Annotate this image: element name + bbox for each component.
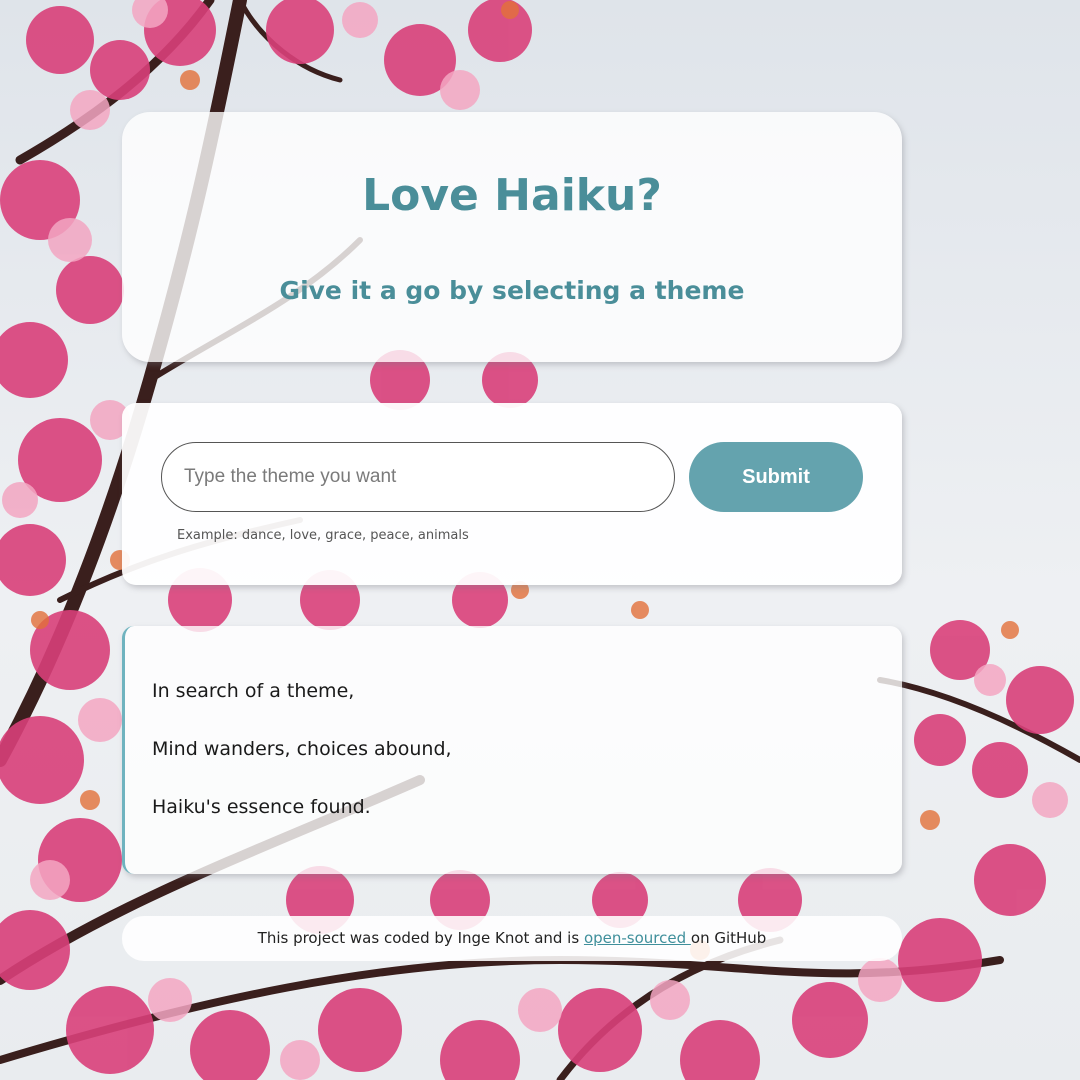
haiku-line: Mind wanders, choices abound, [152, 738, 452, 760]
footer: This project was coded by Inge Knot and … [122, 916, 902, 961]
haiku-line: In search of a theme, [152, 680, 355, 702]
haiku-line: Haiku's essence found. [152, 796, 371, 818]
page-subtitle: Give it a go by selecting a theme [279, 276, 745, 305]
theme-form: Submit Example: dance, love, grace, peac… [122, 403, 902, 585]
footer-prefix: This project was coded by Inge Knot and … [257, 929, 584, 947]
example-hint: Example: dance, love, grace, peace, anim… [177, 528, 469, 543]
haiku-output: In search of a theme, Mind wanders, choi… [122, 626, 902, 874]
submit-button[interactable]: Submit [689, 442, 863, 512]
theme-input[interactable] [161, 442, 675, 512]
footer-suffix: on GitHub [690, 929, 767, 947]
open-sourced-link[interactable]: open-sourced [584, 929, 691, 947]
hero-card: Love Haiku? Give it a go by selecting a … [122, 112, 902, 362]
page-title: Love Haiku? [362, 170, 662, 221]
